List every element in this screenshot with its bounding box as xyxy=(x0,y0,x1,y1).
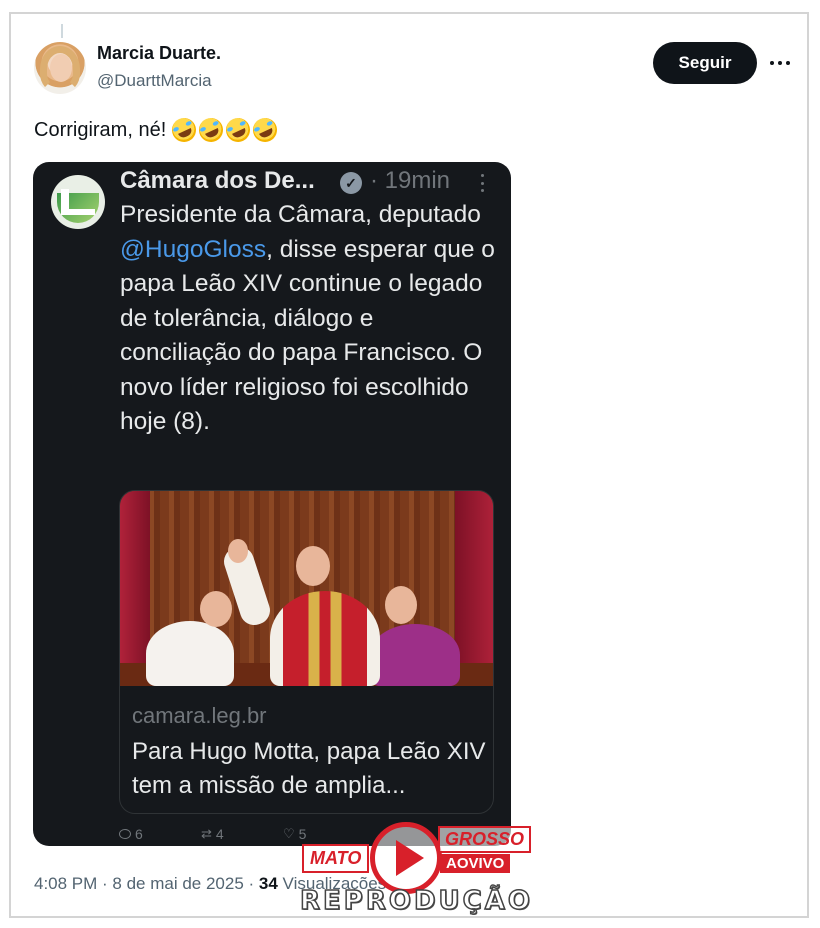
watermark-aovivo: AOVIVO xyxy=(440,854,511,873)
reply-icon xyxy=(119,829,131,839)
rolling-laughing-emoji-icon xyxy=(249,114,282,146)
user-handle[interactable]: @DuarttMarcia xyxy=(97,71,212,91)
tweet-text: Corrigiram, né! xyxy=(34,114,282,146)
repost-action[interactable]: ⇄ 4 xyxy=(201,826,283,842)
watermark-grosso: GROSSO xyxy=(438,826,532,853)
quoted-author-avatar[interactable] xyxy=(51,175,105,229)
link-domain: camara.leg.br xyxy=(132,703,267,728)
quoted-more-icon[interactable] xyxy=(481,174,485,192)
thread-line xyxy=(61,24,63,38)
rolling-laughing-emoji-icon xyxy=(195,114,228,146)
timestamp[interactable]: 4:08 PM · 8 de mai de 2025 · xyxy=(34,874,259,893)
rolling-laughing-emoji-icon xyxy=(222,114,255,146)
watermark-logo: MATO GROSSO AOVIVO REPRODUÇÃO xyxy=(299,820,532,920)
mention-link[interactable]: @HugoGloss xyxy=(120,236,266,263)
follow-button[interactable]: Seguir xyxy=(653,42,757,84)
emoji-group xyxy=(168,114,282,146)
repost-icon: ⇄ xyxy=(201,826,212,841)
quoted-time: · 19min xyxy=(370,167,451,194)
play-icon xyxy=(396,840,424,876)
reply-action[interactable]: 6 xyxy=(119,826,201,842)
link-title[interactable]: Para Hugo Motta, papa Leão XIV tem a mis… xyxy=(132,735,487,803)
views-count: 34 xyxy=(258,874,278,893)
more-options-icon[interactable] xyxy=(767,52,793,74)
quoted-tweet-text: Presidente da Câmara, deputado @HugoGlos… xyxy=(120,201,495,435)
display-name[interactable]: Marcia Duarte. xyxy=(97,43,221,64)
watermark-mato: MATO xyxy=(302,844,370,873)
verified-badge-icon: ✓ xyxy=(340,172,362,194)
link-preview-card[interactable]: camara.leg.br Para Hugo Motta, papa Leão… xyxy=(119,490,494,814)
watermark-reproducao: REPRODUÇÃO xyxy=(299,885,533,917)
heart-icon: ♡ xyxy=(283,826,295,841)
avatar[interactable] xyxy=(34,42,86,94)
rolling-laughing-emoji-icon xyxy=(168,114,201,146)
quoted-tweet-card[interactable]: Câmara dos De... ✓ · 19min Presidente da… xyxy=(33,162,511,846)
quoted-author-name[interactable]: Câmara dos De... xyxy=(120,167,315,195)
link-preview-image[interactable] xyxy=(120,491,493,686)
tweet-text-content: Corrigiram, né! xyxy=(34,118,167,141)
